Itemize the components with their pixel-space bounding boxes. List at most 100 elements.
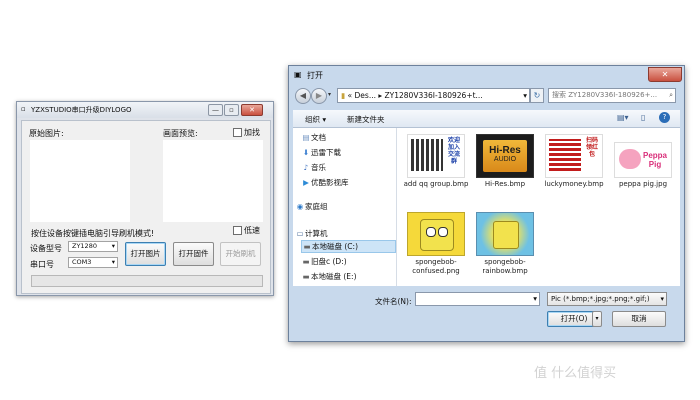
hires-audio-thumbnail: Hi-Res AUDIO [476,134,534,178]
file-item[interactable]: 欢迎加入交流群 add qq group.bmp [400,134,472,189]
search-input[interactable]: 搜索 ZY1280V336I-180926+... ⌕ [548,88,676,103]
file-name: Hi-Res.bmp [484,180,526,188]
dialog-toolbar: 组织 ▾ 新建文件夹 ▤▾ ▯ ? [293,110,680,128]
drive-icon: ▬ [303,242,311,251]
nav-item-homegroup[interactable]: ◉ 家庭组 [295,201,328,212]
help-icon[interactable]: ? [659,112,670,123]
dialog-title: 打开 [307,71,323,80]
preview-label: 画面预览: [163,129,198,138]
path-separator-icon: ▸ [378,91,383,100]
close-button[interactable]: ✕ [241,104,263,116]
nav-item-video[interactable]: ▶ 优酷影视库 [301,177,348,188]
file-item[interactable]: Peppa Pig peppa pig.jpg [607,134,679,189]
drive-icon: ▬ [302,272,310,281]
lowspeed-checkbox[interactable] [233,226,242,235]
chevron-down-icon: ▾ [111,242,115,250]
open-button-label: 打开(O) [560,314,588,323]
instruction-text: 按住设备按键插电脑引导刷机模式! [31,229,155,238]
folder-icon: ▮ [341,91,346,100]
app-body: 原始图片: 画面预览: 加找 按住设备按键插电脑引导刷机模式! 低速 设备型号 … [21,120,271,294]
file-name: spongebob-confused.png [412,258,460,275]
back-button[interactable]: ◀ [295,88,311,104]
preview-pane-icon[interactable]: ▯ [641,113,645,122]
port-value: COM3 [72,258,92,266]
file-name: spongebob-rainbow.bmp [482,258,528,275]
file-name: luckymoney.bmp [544,180,604,188]
file-name: peppa pig.jpg [618,180,668,188]
model-value: ZY1280 [72,242,97,250]
app-titlebar: ▫ YZXSTUDIO串口升级DIYLOGO — ▫ ✕ [17,102,273,118]
path-prefix: « [347,91,353,100]
file-type-value: Pic (*.bmp;*.jpg;*.png;*.gif;) [551,295,650,303]
forward-button[interactable]: ▶ [311,88,327,104]
chevron-down-icon: ▾ [111,258,115,266]
file-list: 欢迎加入交流群 add qq group.bmp Hi-Res AUDIO Hi… [397,128,680,286]
open-image-button[interactable]: 打开图片 [125,242,166,266]
file-item[interactable]: spongebob-confused.png [400,212,472,276]
app-title: YZXSTUDIO串口升级DIYLOGO [31,106,132,114]
peppa-pig-thumbnail: Peppa Pig [614,142,672,178]
chevron-down-icon: ▾ [523,91,527,100]
port-label: 串口号 [30,260,54,269]
dialog-close-button[interactable]: ✕ [648,67,682,82]
download-icon: ⬇ [302,148,310,157]
path-segment-folder[interactable]: ZY1280V336I-180926+t... [385,91,483,100]
search-icon: ⌕ [669,91,673,99]
document-icon: ▤ [302,133,310,142]
filename-input[interactable]: ▾ [415,292,540,306]
new-folder-button[interactable]: 新建文件夹 [347,114,385,125]
refresh-button[interactable]: ↻ [530,88,544,103]
video-icon: ▶ [303,178,309,187]
history-dropdown-icon[interactable]: ▾ [328,91,331,98]
music-icon: ♪ [303,163,309,172]
lucky-money-thumbnail: 扫码领红包 [545,134,603,178]
enlarge-label: 加找 [244,128,260,137]
nav-item-documents[interactable]: ▤文档 [301,132,326,143]
start-flash-button: 开始刷机 [220,242,261,266]
search-placeholder: 搜索 ZY1280V336I-180926+... [552,91,658,99]
open-dialog: ▣ 打开 ✕ ◀ ▶ ▾ ▮ « Des... ▸ ZY1280V336I-18… [288,65,685,342]
nav-item-computer[interactable]: ▭计算机 [295,228,327,239]
port-select[interactable]: COM3 ▾ [68,257,118,268]
nav-item-drive-e[interactable]: ▬本地磁盘 (E:) [301,271,356,282]
original-image-box [30,140,130,222]
file-item[interactable]: spongebob-rainbow.bmp [469,212,541,276]
drive-icon: ▬ [302,257,310,266]
app-icon: ▫ [21,105,26,113]
navigation-pane: ▤文档 ⬇ 迅雷下载 ♪ 音乐 ▶ 优酷影视库 ◉ 家庭组 ▭计算机 ▬本地磁盘 (C:… [293,128,397,286]
view-options-icon[interactable]: ▤▾ [617,113,629,122]
model-label: 设备型号 [30,244,62,253]
spongebob-confused-thumbnail [407,212,465,256]
spongebob-rainbow-thumbnail [476,212,534,256]
filename-label: 文件名(N): [375,297,412,306]
original-image-label: 原始图片: [29,129,64,138]
computer-icon: ▭ [296,229,304,238]
address-bar[interactable]: ▮ « Des... ▸ ZY1280V336I-180926+t... ▾ [337,88,530,103]
app-window: ▫ YZXSTUDIO串口升级DIYLOGO — ▫ ✕ 原始图片: 画面预览:… [16,101,274,296]
path-segment-desktop[interactable]: Des... [355,91,376,100]
file-item[interactable]: Hi-Res AUDIO Hi-Res.bmp [469,134,541,189]
maximize-button[interactable]: ▫ [224,104,239,116]
file-name: add qq group.bmp [403,180,469,188]
nav-item-downloads[interactable]: ⬇ 迅雷下载 [301,147,341,158]
nav-item-music[interactable]: ♪ 音乐 [301,162,326,173]
preview-box [163,140,263,222]
lowspeed-label: 低速 [244,226,260,235]
enlarge-checkbox[interactable] [233,128,242,137]
open-firmware-button[interactable]: 打开固件 [173,242,214,266]
dialog-icon: ▣ [294,70,302,79]
chevron-down-icon: ▾ [533,294,537,303]
cancel-button[interactable]: 取消 [612,311,666,327]
minimize-button[interactable]: — [208,104,223,116]
nav-item-drive-c[interactable]: ▬本地磁盘 (C:) [301,240,396,253]
file-type-select[interactable]: Pic (*.bmp;*.jpg;*.png;*.gif;) ▾ [547,292,667,306]
open-dropdown-button[interactable]: ▾ [592,311,602,327]
nav-item-drive-d[interactable]: ▬旧盘c (D:) [301,256,346,267]
homegroup-icon: ◉ [296,202,304,211]
watermark-text: 值 什么值得买 [534,366,617,381]
organize-button[interactable]: 组织 ▾ [305,114,326,125]
file-item[interactable]: 扫码领红包 luckymoney.bmp [538,134,610,189]
qr-code-thumbnail: 欢迎加入交流群 [407,134,465,178]
model-select[interactable]: ZY1280 ▾ [68,241,118,252]
chevron-down-icon: ▾ [660,295,664,303]
